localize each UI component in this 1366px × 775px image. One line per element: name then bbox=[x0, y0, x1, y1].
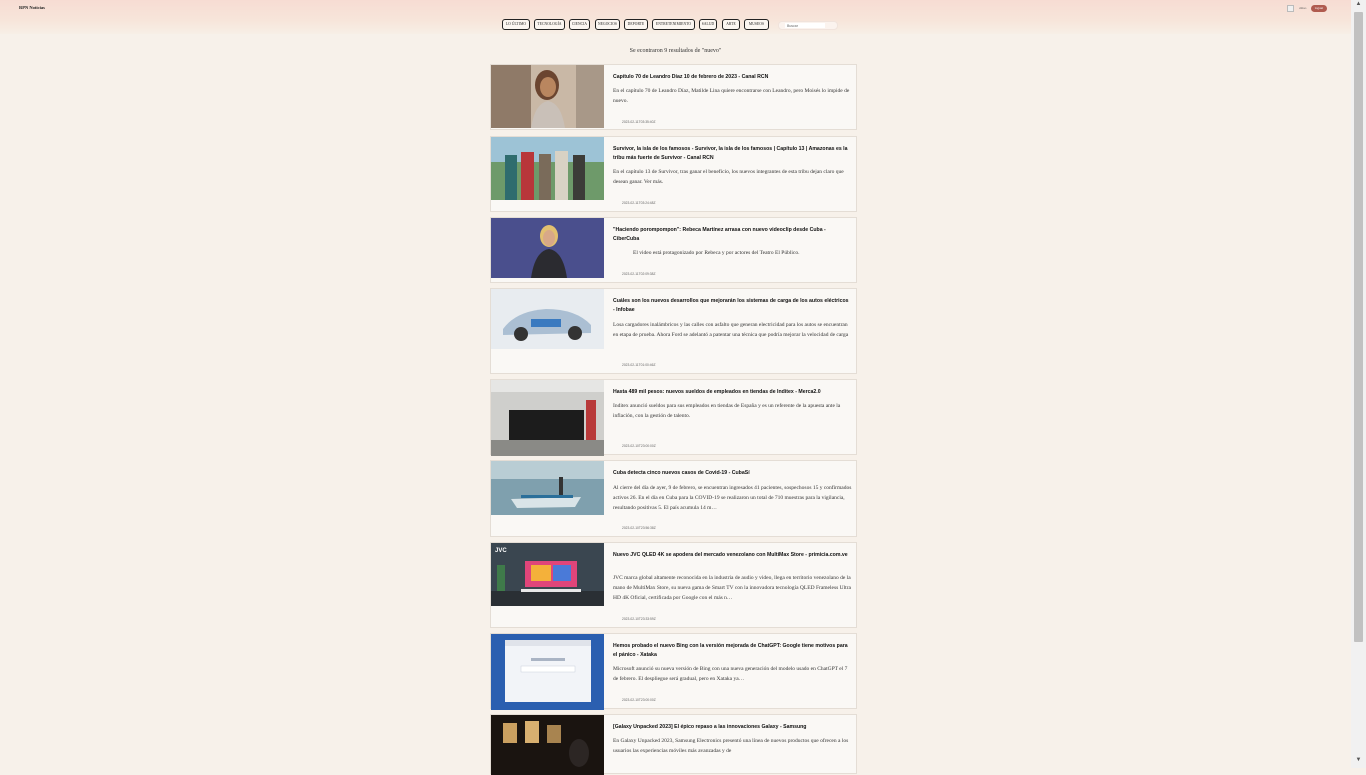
article-description: El video está protagonizado por Rebeca y… bbox=[633, 250, 800, 256]
article-description: Al cierre del día de ayer, 9 de febrero,… bbox=[613, 485, 852, 511]
news-card[interactable]: JVC Nuevo JVC QLED 4K se apodera del mer… bbox=[490, 542, 857, 628]
scrollbar-thumb[interactable] bbox=[1354, 12, 1363, 642]
article-date: 2023-02-10T23:00:00Z bbox=[622, 698, 656, 702]
nav-item-entretenimiento[interactable]: ENTRETENIMIENTO bbox=[652, 19, 695, 30]
article-title[interactable]: Hemos probado el nuevo Bing con la versi… bbox=[613, 642, 851, 659]
article-date: 2023-02-11T03:35:40Z bbox=[622, 120, 656, 124]
article-title[interactable]: Hasta 489 mil pesos: nuevos sueldos de e… bbox=[613, 388, 851, 397]
nav-item-lo-ultimo[interactable]: LO ÚLTIMO bbox=[502, 19, 530, 30]
article-image-boat[interactable] bbox=[491, 461, 604, 515]
article-date: 2023-02-10T23:33:59Z bbox=[622, 617, 656, 621]
article-title[interactable]: Nuevo JVC QLED 4K se apodera del mercado… bbox=[613, 551, 851, 560]
news-card[interactable]: Cuba detecta cinco nuevos casos de Covid… bbox=[490, 460, 857, 537]
article-title[interactable]: "Haciendo porompompon": Rebeca Martínez … bbox=[613, 226, 851, 243]
article-image-store[interactable] bbox=[491, 380, 604, 456]
article-description: Microsoft anunció su nueva versión de Bi… bbox=[613, 666, 848, 682]
article-image-woman[interactable] bbox=[491, 65, 604, 128]
article-description: Inditex anunció sueldos para sus emplead… bbox=[613, 403, 841, 419]
article-description: En el capítulo 13 de Survivor, tras gana… bbox=[613, 169, 844, 185]
nav-item-arte[interactable]: ARTE bbox=[722, 19, 740, 30]
article-image-car[interactable] bbox=[491, 289, 604, 349]
user-name: cmso bbox=[1299, 6, 1307, 10]
search-box bbox=[778, 21, 838, 30]
nav-item-deporte[interactable]: DEPORTE bbox=[624, 19, 648, 30]
results-message: Se econtraron 9 resultados de "nuevo" bbox=[629, 48, 722, 54]
article-date: 2023-02-11T02:09:38Z bbox=[622, 272, 656, 276]
search-input[interactable] bbox=[785, 23, 825, 28]
article-title[interactable]: [Galaxy Unpacked 2023] El épico repaso a… bbox=[613, 723, 851, 732]
article-image-group[interactable] bbox=[491, 137, 604, 200]
article-date: 2023-02-10T23:56:38Z bbox=[622, 526, 656, 530]
article-description: Losa cargadores inalámbricos y las calle… bbox=[613, 322, 849, 338]
brand-logo-text[interactable]: RPN Noticias bbox=[19, 5, 45, 10]
news-card[interactable]: Capítulo 70 de Leandro Díaz 10 de febrer… bbox=[490, 64, 857, 130]
news-card[interactable]: Hasta 489 mil pesos: nuevos sueldos de e… bbox=[490, 379, 857, 456]
article-image-galaxy[interactable] bbox=[491, 715, 604, 775]
news-card[interactable]: [Galaxy Unpacked 2023] El épico repaso a… bbox=[490, 714, 857, 775]
nav-item-tecnologia[interactable]: TECNOLOGÍA bbox=[534, 19, 565, 30]
news-card[interactable]: "Haciendo porompompon": Rebeca Martínez … bbox=[490, 217, 857, 283]
article-description: En el capítulo 70 de Leandro Díaz, Matil… bbox=[613, 88, 850, 104]
news-card[interactable]: Hemos probado el nuevo Bing con la versi… bbox=[490, 633, 857, 710]
vertical-scrollbar[interactable]: ▲ ▼ bbox=[1351, 0, 1366, 768]
logout-button[interactable]: logout bbox=[1311, 5, 1327, 12]
news-card[interactable]: Cuáles son los nuevos desarrollos que me… bbox=[490, 288, 857, 374]
svg-text:JVC: JVC bbox=[495, 548, 507, 554]
article-description: En Galaxy Unpacked 2023, Samsung Electro… bbox=[613, 738, 849, 754]
nav-item-negocios[interactable]: NEGOCIOS bbox=[595, 19, 620, 30]
scroll-up-icon[interactable]: ▲ bbox=[1354, 1, 1363, 7]
article-title[interactable]: Survivor, la isla de los famosos - Survi… bbox=[613, 145, 851, 162]
article-date: 2023-02-11T01:00:46Z bbox=[622, 363, 656, 367]
header: RPN Noticias LO ÚLTIMO TECNOLOGÍA CIENCI… bbox=[0, 0, 1351, 34]
article-title[interactable]: Cuáles son los nuevos desarrollos que me… bbox=[613, 297, 851, 314]
nav-item-salud[interactable]: SALUD bbox=[699, 19, 717, 30]
avatar-icon[interactable] bbox=[1287, 5, 1294, 12]
nav-item-ciencia[interactable]: CIENCIA bbox=[569, 19, 590, 30]
news-card[interactable]: Survivor, la isla de los famosos - Survi… bbox=[490, 136, 857, 212]
article-date: 2023-02-11T03:24:48Z bbox=[622, 201, 656, 205]
scroll-down-icon[interactable]: ▼ bbox=[1354, 757, 1363, 763]
article-image-bing[interactable] bbox=[491, 634, 604, 710]
nav-item-museos[interactable]: MUSEOS bbox=[744, 19, 769, 30]
article-description: JVC marca global altamente reconocida en… bbox=[613, 575, 851, 601]
article-image-singer[interactable] bbox=[491, 218, 604, 278]
article-date: 2023-02-10T23:00:00Z bbox=[622, 444, 656, 448]
article-title[interactable]: Capítulo 70 de Leandro Díaz 10 de febrer… bbox=[613, 73, 851, 82]
article-image-tv[interactable]: JVC bbox=[491, 543, 604, 606]
article-title[interactable]: Cuba detecta cinco nuevos casos de Covid… bbox=[613, 469, 851, 478]
